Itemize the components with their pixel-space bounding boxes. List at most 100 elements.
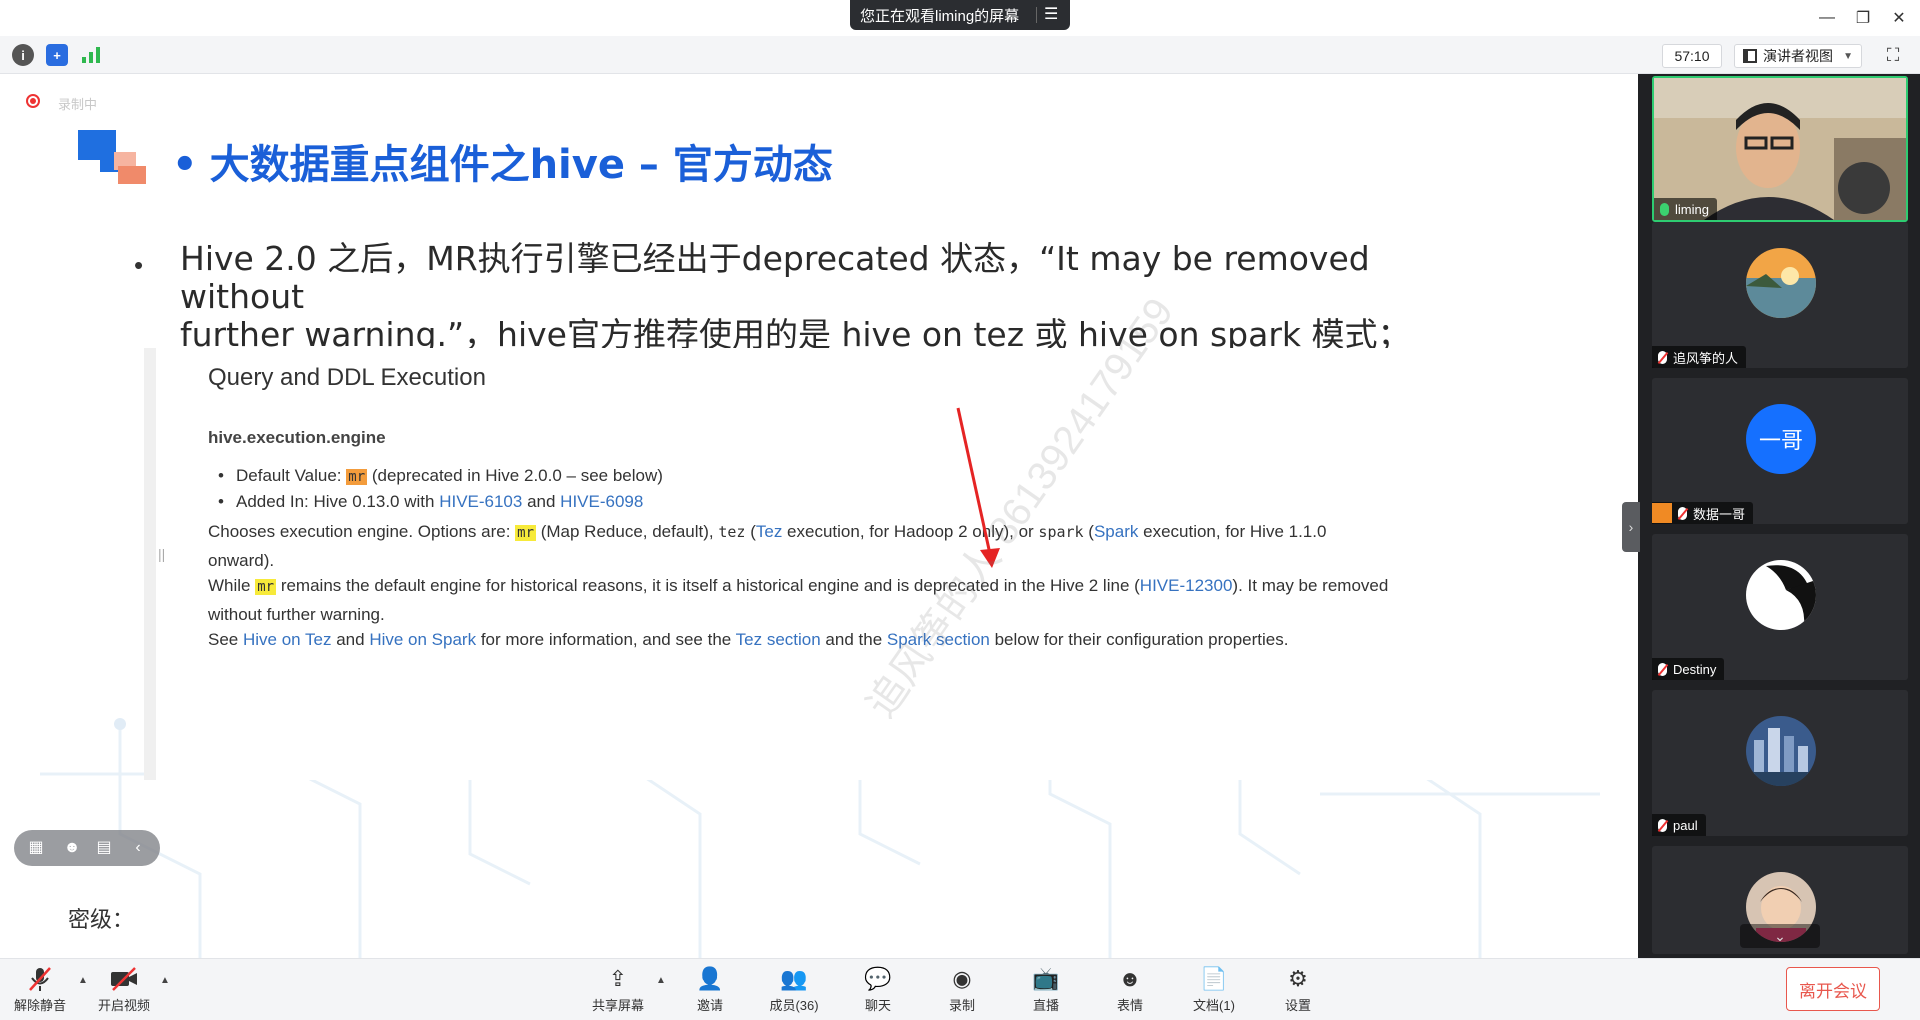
classification-label: 密级：	[68, 907, 135, 932]
live-stream-icon: 📺	[1032, 966, 1060, 991]
recording-label: 录制中	[58, 97, 98, 112]
unmute-label: 解除静音	[13, 998, 66, 1013]
members-button[interactable]: 👥 成员(36)	[762, 965, 826, 1017]
chat-label: 聊天	[864, 998, 891, 1013]
host-icon	[1652, 503, 1672, 523]
chevron-up-icon[interactable]: ▲	[78, 975, 88, 986]
doc-paragraph-2: While mr remains the default engine for …	[208, 572, 1448, 628]
recording-icon	[26, 94, 40, 108]
participant-name: paul	[1673, 817, 1698, 833]
close-icon[interactable]: ✕	[1884, 6, 1914, 30]
documents-button[interactable]: 📄 文档(1)	[1182, 965, 1246, 1017]
link-hive-12300[interactable]: HIVE-12300	[1140, 576, 1233, 595]
doc-side-bar	[144, 348, 156, 780]
fullscreen-icon[interactable]: ⛶	[1882, 44, 1904, 66]
code-tez: tez	[718, 523, 746, 541]
add-user-icon: 👤	[696, 966, 724, 991]
chevron-down-icon: ▼	[1843, 50, 1853, 62]
title-bullet: •	[172, 142, 198, 188]
gear-icon: ⚙	[1288, 966, 1308, 991]
text: without further warning.	[208, 605, 385, 624]
text: (Map Reduce, default),	[536, 522, 719, 541]
members-icon: 👥	[780, 966, 808, 991]
meeting-timer: 57:10	[1662, 44, 1722, 68]
chevron-left-icon[interactable]: ‹	[128, 838, 148, 858]
shield-icon[interactable]: +	[46, 44, 68, 66]
signal-icon[interactable]	[80, 44, 102, 66]
slide-title: • 大数据重点组件之hive – 官方动态	[172, 132, 833, 190]
meeting-bottom-toolbar: 解除静音 ▲ 开启视频 ▲ ⇪ 共享屏幕 ▲ 👤 邀请 👥 成员(36) 💬 聊…	[0, 958, 1920, 1020]
participant-tile[interactable]: Destiny	[1652, 534, 1908, 680]
minimize-icon[interactable]: —	[1812, 6, 1842, 30]
code-mr: mr	[255, 579, 277, 595]
participant-name-tag: liming	[1654, 198, 1717, 220]
slide-title-text: 大数据重点组件之hive – 官方动态	[209, 142, 833, 188]
participant-name-tag: Destiny	[1652, 658, 1725, 680]
emoji-label: 表情	[1116, 998, 1143, 1013]
chat-icon: 💬	[864, 966, 892, 991]
text: Chooses execution engine. Options are:	[208, 522, 516, 541]
invite-label: 邀请	[696, 998, 723, 1013]
link-hive-on-tez[interactable]: Hive on Tez	[243, 630, 332, 649]
info-icon[interactable]: i	[12, 44, 34, 66]
link-tez-section[interactable]: Tez section	[736, 630, 821, 649]
emoji-button[interactable]: ☻ 表情	[1098, 965, 1162, 1017]
link-spark[interactable]: Spark	[1094, 522, 1138, 541]
text: for more information, and see the	[476, 630, 736, 649]
participant-tile[interactable]: ⌄	[1652, 846, 1908, 954]
participant-tile[interactable]: paul	[1652, 690, 1908, 836]
participant-name: 追风筝的人	[1673, 350, 1739, 366]
invite-button[interactable]: 👤 邀请	[678, 965, 742, 1017]
chat-button[interactable]: 💬 聊天	[846, 965, 910, 1017]
unmute-button[interactable]: 解除静音	[8, 965, 72, 1017]
comment-icon[interactable]: ▤	[94, 838, 114, 858]
restore-icon[interactable]: ❐	[1848, 6, 1878, 30]
doc-list-item: Default Value: mr (deprecated in Hive 2.…	[218, 466, 663, 486]
text: onward).	[208, 551, 275, 570]
link-hive-6098[interactable]: HIVE-6098	[560, 492, 643, 511]
start-video-button[interactable]: 开启视频	[92, 965, 156, 1017]
grid-icon[interactable]: ▦	[26, 838, 46, 858]
participant-name-tag: 追风筝的人	[1652, 346, 1747, 368]
record-button[interactable]: ◉ 录制	[930, 965, 994, 1017]
speaker-view-icon	[1743, 49, 1757, 63]
text: remains the default engine for historica…	[276, 576, 1140, 595]
settings-button[interactable]: ⚙ 设置	[1266, 965, 1330, 1017]
text: ). It may be removed	[1232, 576, 1389, 595]
code-mr: mr	[346, 469, 368, 485]
link-hive-6103[interactable]: HIVE-6103	[439, 492, 522, 511]
link-tez[interactable]: Tez	[756, 522, 782, 541]
chevron-up-icon[interactable]: ▲	[160, 975, 170, 986]
link-hive-on-spark[interactable]: Hive on Spark	[369, 630, 476, 649]
shared-screen: 录制中 • 大数据重点组件之hive – 官方动态 • Hive 2.0 之后，M…	[0, 74, 1638, 958]
leave-meeting-button[interactable]: 离开会议	[1786, 967, 1880, 1011]
participant-name: Destiny	[1673, 661, 1717, 677]
emoji-icon[interactable]: ☻	[62, 838, 82, 858]
live-button[interactable]: 📺 直播	[1014, 965, 1078, 1017]
participant-name: liming	[1675, 201, 1709, 217]
mic-muted-icon	[1658, 818, 1667, 832]
splitter-handle: ||	[158, 546, 166, 562]
participant-tile[interactable]: liming	[1652, 76, 1908, 222]
bullet-point: •	[134, 250, 144, 280]
bullet-line-1: Hive 2.0 之后，MR执行引擎已经出于deprecated 状态，“It …	[180, 239, 1370, 316]
participant-name-tag: 数据一哥	[1652, 502, 1754, 524]
mic-muted-icon	[1678, 506, 1687, 520]
anime-avatar	[1746, 560, 1816, 630]
menu-icon[interactable]: ☰	[1044, 4, 1058, 24]
text: See	[208, 630, 243, 649]
chevron-up-icon[interactable]: ▲	[656, 975, 666, 986]
collapse-panel-button[interactable]: ›	[1622, 502, 1640, 552]
view-mode-dropdown[interactable]: 演讲者视图 ▼	[1734, 44, 1862, 68]
participant-tile[interactable]: 一哥 数据一哥	[1652, 378, 1908, 524]
scroll-down-button[interactable]: ⌄	[1740, 924, 1820, 948]
doc-property-name: hive.execution.engine	[208, 428, 386, 447]
mic-muted-icon	[1658, 350, 1667, 364]
screen-share-banner[interactable]: 您正在观看liming的屏幕 ☰	[850, 0, 1070, 30]
start-video-label: 开启视频	[97, 998, 150, 1013]
text: Default Value:	[236, 466, 347, 485]
company-logo	[78, 130, 146, 184]
participant-tile[interactable]: 追风筝的人	[1652, 222, 1908, 368]
share-screen-button[interactable]: ⇪ 共享屏幕	[586, 965, 650, 1017]
view-mode-label: 演讲者视图	[1763, 48, 1833, 64]
